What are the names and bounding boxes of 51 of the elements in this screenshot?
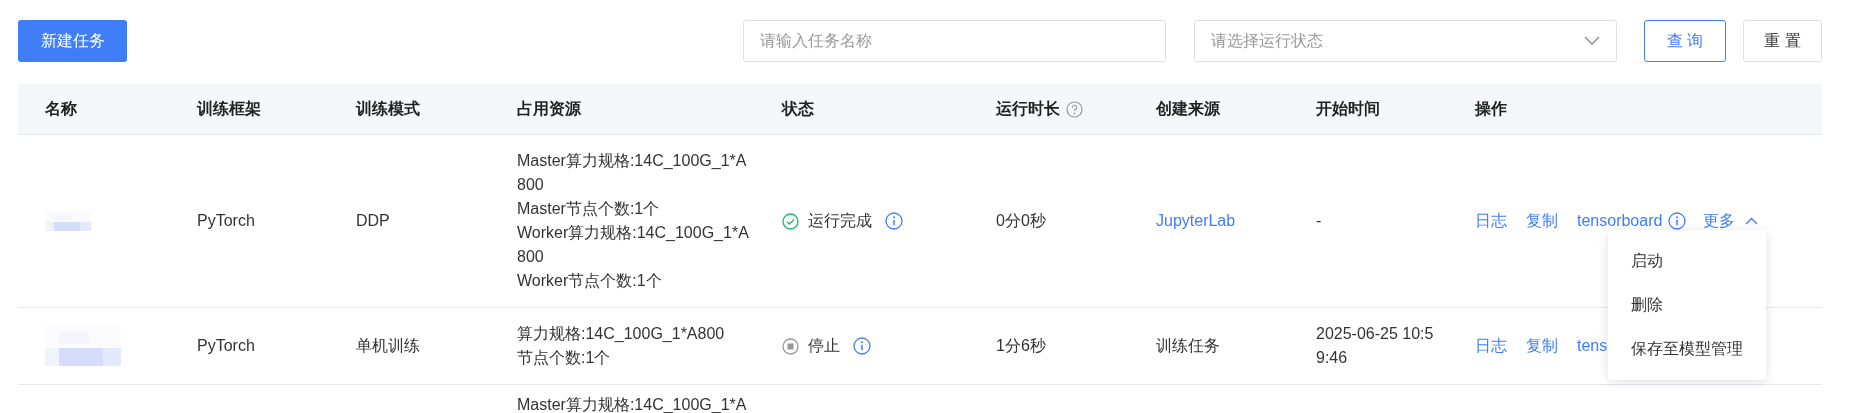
table-cell: PyTorch — [197, 337, 255, 355]
table-cell: PyTorch — [197, 212, 255, 230]
resource-text: Master算力规格:14C_100G_1*A800 — [517, 151, 748, 195]
new-task-button[interactable]: 新建任务 — [18, 20, 127, 62]
table-cell-text: - — [1316, 211, 1323, 231]
column-header: 训练模式 — [356, 98, 420, 119]
menu-item[interactable]: 删除 — [1608, 283, 1766, 327]
chevron-down-icon — [1584, 36, 1600, 46]
column-header: 占用资源 — [517, 98, 581, 119]
info-icon[interactable] — [853, 337, 871, 355]
action-link[interactable]: 复制 — [1526, 210, 1558, 232]
stop-circle-icon — [782, 337, 799, 355]
action-link[interactable]: 复制 — [1526, 335, 1558, 357]
action-link[interactable]: tens — [1577, 337, 1608, 355]
resource-text: Worker算力规格:14C_100G_1*A800 — [517, 223, 750, 267]
info-icon[interactable] — [1668, 212, 1687, 230]
column-header: 训练框架 — [197, 98, 261, 119]
resource-text: 节点个数:1个 — [517, 348, 612, 368]
table-cell-text: 1分6秒 — [996, 335, 1046, 356]
help-icon[interactable] — [1066, 100, 1083, 118]
table-cell: DDP — [356, 212, 390, 230]
menu-item[interactable]: 保存至模型管理 — [1608, 327, 1766, 371]
column-header: 名称 — [45, 98, 77, 119]
resource-text: Worker节点个数:1个 — [517, 271, 663, 291]
status-text: 停止 — [808, 335, 840, 356]
table-cell-text: 0分0秒 — [996, 210, 1046, 231]
column-header: 操作 — [1475, 98, 1507, 119]
chevron-up-icon — [1745, 217, 1759, 225]
menu-item[interactable]: 启动 — [1608, 239, 1766, 283]
resource-text: Master节点个数:1个 — [517, 199, 661, 219]
reset-button[interactable]: 重 置 — [1743, 20, 1822, 62]
table-cell-text: 单机训练 — [356, 335, 420, 356]
action-link[interactable]: 日志 — [1475, 335, 1507, 357]
action-link[interactable]: tensorboard — [1577, 212, 1663, 230]
info-icon[interactable] — [885, 212, 903, 230]
column-header: 状态 — [782, 98, 814, 119]
table-cell-text: 训练任务 — [1156, 335, 1220, 356]
source-link[interactable]: JupyterLab — [1156, 212, 1236, 230]
query-button[interactable]: 查 询 — [1644, 20, 1726, 62]
resource-text: Master算力规格:14C_100G_1*A — [517, 396, 748, 413]
column-header: 运行时长 — [996, 98, 1060, 119]
action-link[interactable]: 日志 — [1475, 210, 1507, 232]
status-select[interactable]: 请选择运行状态 — [1194, 20, 1617, 62]
table-cell-text: 2025-06-25 10:59:46 — [1316, 324, 1435, 368]
check-circle-icon — [782, 212, 799, 230]
resource-text: 算力规格:14C_100G_1*A800 — [517, 324, 726, 344]
status-text: 运行完成 — [808, 210, 872, 231]
more-link[interactable]: 更多 — [1703, 210, 1759, 232]
task-name-search-field[interactable]: 请输入任务名称 — [743, 20, 1166, 62]
column-header: 开始时间 — [1316, 98, 1380, 119]
column-header: 创建来源 — [1156, 98, 1220, 119]
